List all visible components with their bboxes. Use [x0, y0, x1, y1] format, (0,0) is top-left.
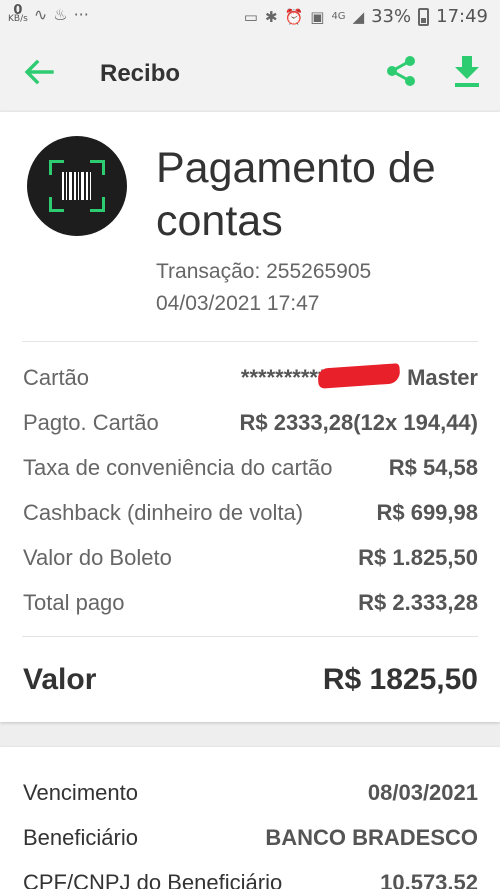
- convenience-fee-label: Taxa de conveniência do cartão: [23, 455, 333, 480]
- network-speed-unit: KB/s: [8, 13, 28, 24]
- boleto-value-row: Valor do Boleto R$ 1.825,50: [23, 545, 478, 575]
- back-arrow-icon[interactable]: [22, 56, 56, 88]
- cashback-row: Cashback (dinheiro de volta) R$ 699,98: [23, 500, 478, 530]
- do-not-disturb-icon: ♨: [53, 5, 68, 24]
- battery-percent: 33%: [371, 6, 412, 27]
- network-type-icon: 4G: [331, 11, 346, 22]
- signal-notification-icon: ∿: [33, 5, 48, 24]
- bluetooth-icon: ✱: [264, 7, 278, 26]
- boleto-value-amount: R$ 1.825,50: [358, 545, 478, 570]
- divider: [22, 636, 478, 637]
- receipt-card: Pagamento de contas Transação: 255265905…: [0, 112, 500, 722]
- app-bar: Recibo: [0, 34, 500, 110]
- card-label: Cartão: [23, 365, 90, 390]
- cashback-label: Cashback (dinheiro de volta): [23, 500, 304, 525]
- more-notifications-dots: ···: [73, 5, 89, 24]
- battery-icon: [418, 7, 430, 26]
- convenience-fee-row: Taxa de conveniência do cartão R$ 54,58: [23, 455, 478, 485]
- beneficiary-row: Beneficiário BANCO BRADESCO: [23, 825, 478, 857]
- due-date-row: Vencimento 08/03/2021: [23, 780, 478, 812]
- card-row: Cartão *********** Master: [23, 365, 478, 395]
- clock: 17:49: [436, 6, 488, 27]
- beneficiary-document-label: CPF/CNPJ do Beneficiário: [23, 870, 283, 889]
- amount-value: R$ 1825,50: [322, 663, 478, 696]
- card-payment-label: Pagto. Cartão: [23, 410, 159, 435]
- total-paid-label: Total pago: [23, 590, 125, 615]
- alarm-icon: ⏰: [284, 7, 304, 26]
- cashback-value: R$ 699,98: [376, 500, 478, 525]
- barcode-scan-icon: [27, 136, 127, 236]
- status-bar: 0 KB/s ∿ ♨ ··· ▭ ✱ ⏰ ▣ 4G ◢ 33% 17:49: [0, 0, 500, 34]
- card-payment-value: R$ 2333,28(12x 194,44): [239, 410, 478, 435]
- card-brand: Master: [407, 365, 478, 390]
- due-date-value: 08/03/2021: [367, 780, 478, 805]
- share-icon[interactable]: [384, 54, 418, 88]
- signal-strength-icon: ◢: [352, 7, 365, 26]
- cast-icon: ▭: [243, 7, 258, 26]
- due-date-label: Vencimento: [23, 780, 138, 805]
- beneficiary-label: Beneficiário: [23, 825, 138, 850]
- download-icon[interactable]: [452, 54, 482, 88]
- network-speed: 0 KB/s: [8, 4, 28, 24]
- convenience-fee-value: R$ 54,58: [388, 455, 478, 480]
- card-payment-row: Pagto. Cartão R$ 2333,28(12x 194,44): [23, 410, 478, 440]
- total-paid-row: Total pago R$ 2.333,28: [23, 590, 478, 620]
- amount-label: Valor: [23, 663, 97, 696]
- details-card: Vencimento 08/03/2021 Beneficiário BANCO…: [0, 747, 500, 889]
- beneficiary-document-value: 10.573.52: [380, 870, 478, 889]
- divider: [22, 341, 478, 342]
- receipt-title: Pagamento de contas: [156, 144, 436, 245]
- boleto-value-label: Valor do Boleto: [23, 545, 172, 570]
- transaction-datetime: 04/03/2021 17:47: [156, 292, 320, 315]
- status-bar-left: 0 KB/s ∿ ♨ ···: [8, 4, 89, 25]
- transaction-id: Transação: 255265905: [156, 260, 372, 283]
- sim-icon: ▣: [310, 7, 325, 26]
- beneficiary-value: BANCO BRADESCO: [265, 825, 478, 850]
- status-bar-right: ▭ ✱ ⏰ ▣ 4G ◢ 33% 17:49: [244, 6, 488, 27]
- beneficiary-document-row: CPF/CNPJ do Beneficiário 10.573.52: [23, 870, 478, 889]
- app-bar-title: Recibo: [100, 60, 181, 87]
- total-paid-value: R$ 2.333,28: [358, 590, 478, 615]
